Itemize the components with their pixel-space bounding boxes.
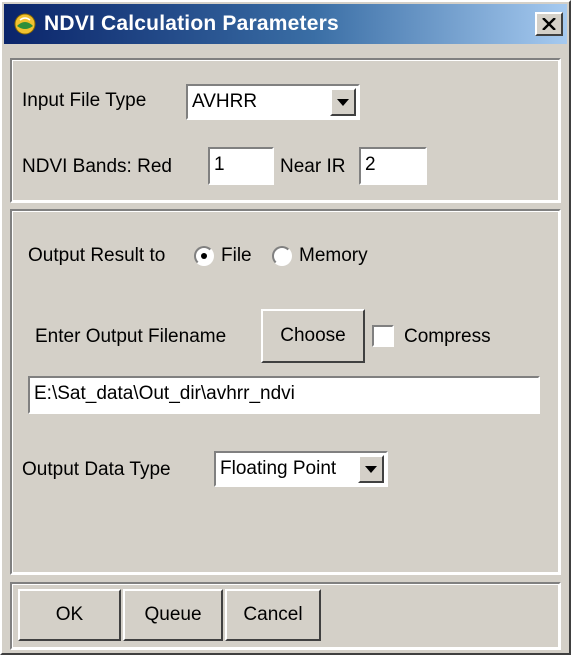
output-filename-input[interactable]: E:\Sat_data\Out_dir\avhrr_ndvi <box>28 376 540 414</box>
choose-button[interactable]: Choose <box>261 309 365 363</box>
near-ir-label: Near IR <box>280 156 346 177</box>
input-panel <box>10 58 561 203</box>
compress-label[interactable]: Compress <box>404 326 491 348</box>
radio-file-selected-dot <box>201 253 207 259</box>
globe-icon <box>14 13 36 35</box>
cancel-button[interactable]: Cancel <box>225 589 321 641</box>
compress-checkbox[interactable] <box>372 325 394 347</box>
output-filename-value: E:\Sat_data\Out_dir\avhrr_ndvi <box>34 383 295 404</box>
red-band-input[interactable]: 1 <box>208 147 274 185</box>
close-button[interactable] <box>535 12 563 36</box>
ok-button[interactable]: OK <box>18 589 121 641</box>
input-file-type-label: Input File Type <box>22 90 147 111</box>
title-bar[interactable]: NDVI Calculation Parameters <box>4 4 567 44</box>
ndvi-bands-label: NDVI Bands: Red <box>22 156 172 177</box>
output-data-type-dropdown-button[interactable] <box>358 455 384 483</box>
output-data-type-select[interactable]: Floating Point <box>214 451 388 487</box>
radio-file-label[interactable]: File <box>221 245 252 267</box>
near-ir-band-input[interactable]: 2 <box>359 147 427 185</box>
output-result-label: Output Result to <box>28 245 166 266</box>
ndvi-dialog: NDVI Calculation Parameters Input File T… <box>0 0 571 655</box>
input-file-type-dropdown-button[interactable] <box>330 88 356 116</box>
red-band-value: 1 <box>214 154 225 175</box>
radio-memory[interactable] <box>272 246 292 266</box>
input-file-type-select[interactable]: AVHRR <box>186 84 360 120</box>
output-filename-label: Enter Output Filename <box>35 326 227 347</box>
output-data-type-value: Floating Point <box>220 458 337 479</box>
input-file-type-value: AVHRR <box>192 91 258 112</box>
queue-button[interactable]: Queue <box>123 589 223 641</box>
window-title: NDVI Calculation Parameters <box>44 12 339 35</box>
close-icon <box>542 18 556 30</box>
chevron-down-icon <box>365 465 377 473</box>
output-data-type-label: Output Data Type <box>22 459 171 480</box>
radio-memory-label[interactable]: Memory <box>299 245 368 267</box>
near-ir-band-value: 2 <box>365 154 376 175</box>
radio-file[interactable] <box>194 246 214 266</box>
chevron-down-icon <box>337 98 349 106</box>
